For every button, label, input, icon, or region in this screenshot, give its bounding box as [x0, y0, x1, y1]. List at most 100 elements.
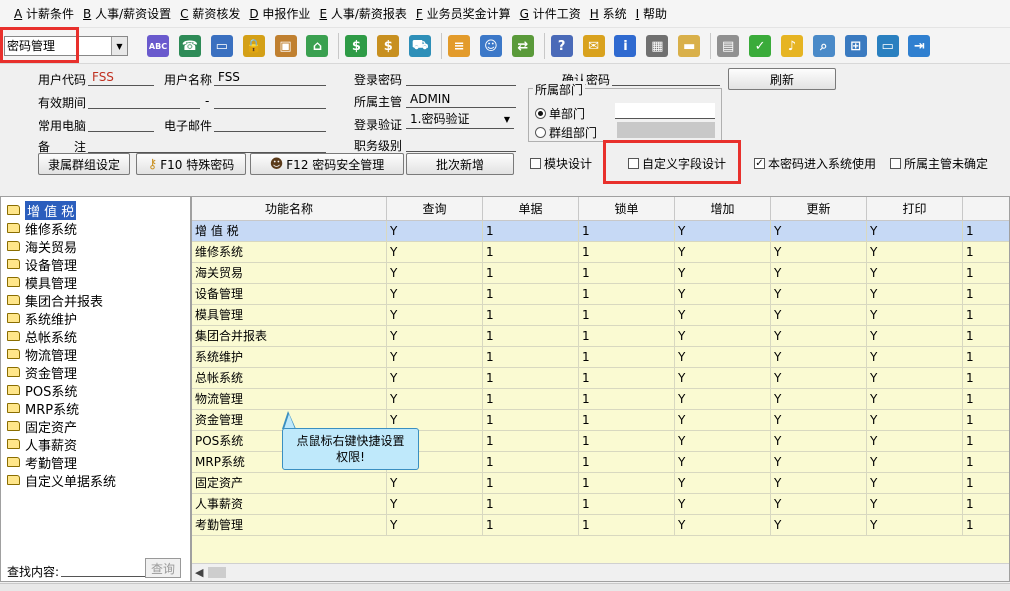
- horizontal-scrollbar[interactable]: ◀: [192, 563, 1009, 581]
- table-cell[interactable]: 1: [963, 452, 1009, 473]
- password-security-button[interactable]: ☻ F12 密码安全管理: [250, 153, 404, 175]
- table-cell[interactable]: Y: [675, 263, 771, 284]
- table-row[interactable]: 固定资产 Y 1 1 Y Y Y 1: [192, 473, 1009, 494]
- table-cell[interactable]: Y: [675, 347, 771, 368]
- table-cell[interactable]: 1: [483, 221, 579, 242]
- table-cell[interactable]: 1: [483, 473, 579, 494]
- spell-check-button[interactable]: ABC: [144, 30, 172, 62]
- documents-button[interactable]: ▤: [714, 30, 742, 62]
- table-cell[interactable]: Y: [867, 284, 963, 305]
- folder-button[interactable]: ▬: [675, 30, 703, 62]
- table-cell[interactable]: Y: [387, 515, 483, 536]
- dollar-button[interactable]: $: [342, 30, 370, 62]
- money-bag-button[interactable]: $: [374, 30, 402, 62]
- table-row[interactable]: 海关贸易 Y 1 1 Y Y Y 1: [192, 263, 1009, 284]
- table-cell[interactable]: Y: [771, 347, 867, 368]
- lock-button[interactable]: 🔒: [240, 30, 268, 62]
- menu-item-c[interactable]: C 薪资核发: [180, 5, 240, 22]
- job-level-field[interactable]: [406, 136, 516, 152]
- single-department-field[interactable]: [615, 103, 715, 119]
- table-cell[interactable]: 1: [963, 263, 1009, 284]
- mail-button[interactable]: ✉: [580, 30, 608, 62]
- table-row[interactable]: 模具管理 Y 1 1 Y Y Y 1: [192, 305, 1009, 326]
- check-circle-button[interactable]: ✓: [746, 30, 774, 62]
- table-cell[interactable]: Y: [675, 494, 771, 515]
- table-cell[interactable]: Y: [867, 389, 963, 410]
- special-password-button[interactable]: ⚷ F10 特殊密码: [136, 153, 246, 175]
- table-cell[interactable]: Y: [387, 305, 483, 326]
- radio-single-department[interactable]: 单部门: [535, 105, 585, 122]
- table-cell[interactable]: Y: [387, 347, 483, 368]
- table-cell[interactable]: Y: [675, 473, 771, 494]
- supervisor-unconfirmed-checkbox[interactable]: 所属主管未确定: [890, 155, 988, 172]
- tree-item[interactable]: 总帐系统: [7, 327, 77, 346]
- table-cell[interactable]: Y: [771, 431, 867, 452]
- group-setting-button[interactable]: 隶属群组设定: [38, 153, 130, 175]
- table-cell[interactable]: Y: [387, 389, 483, 410]
- table-cell[interactable]: 1: [579, 410, 675, 431]
- column-header[interactable]: 单据: [483, 197, 579, 221]
- table-cell[interactable]: Y: [867, 410, 963, 431]
- table-cell[interactable]: 1: [483, 410, 579, 431]
- tree-item[interactable]: MRP系统: [7, 399, 79, 418]
- tree-item[interactable]: 系统维护: [7, 309, 77, 328]
- home-button[interactable]: ⌂: [303, 30, 331, 62]
- exit-button[interactable]: ⇥: [905, 30, 933, 62]
- menu-item-a[interactable]: A 计薪条件: [14, 5, 74, 22]
- table-cell[interactable]: Y: [387, 473, 483, 494]
- table-cell[interactable]: Y: [771, 494, 867, 515]
- table-cell[interactable]: Y: [867, 263, 963, 284]
- valid-period-start-field[interactable]: [88, 93, 200, 109]
- table-cell[interactable]: 人事薪资: [192, 494, 387, 515]
- table-cell[interactable]: 考勤管理: [192, 515, 387, 536]
- tree-item[interactable]: 模具管理: [7, 273, 77, 292]
- supervisor-field[interactable]: ADMIN: [406, 92, 516, 108]
- table-cell[interactable]: 1: [963, 410, 1009, 431]
- table-cell[interactable]: 固定资产: [192, 473, 387, 494]
- refresh-button[interactable]: 刷新: [728, 68, 836, 90]
- menu-item-b[interactable]: B 人事/薪资设置: [83, 5, 171, 22]
- table-cell[interactable]: Y: [771, 305, 867, 326]
- table-cell[interactable]: Y: [387, 326, 483, 347]
- menu-item-d[interactable]: D 申报作业: [249, 5, 310, 22]
- tree-item[interactable]: 资金管理: [7, 363, 77, 382]
- table-cell[interactable]: Y: [387, 368, 483, 389]
- menu-item-h[interactable]: H 系统: [590, 5, 627, 22]
- table-cell[interactable]: 1: [963, 305, 1009, 326]
- table-cell[interactable]: 1: [483, 263, 579, 284]
- table-cell[interactable]: Y: [867, 305, 963, 326]
- table-cell[interactable]: 1: [483, 431, 579, 452]
- table-cell[interactable]: Y: [771, 221, 867, 242]
- table-cell[interactable]: Y: [387, 242, 483, 263]
- tree-item[interactable]: 人事薪资: [7, 435, 77, 454]
- table-cell[interactable]: Y: [771, 515, 867, 536]
- table-cell[interactable]: 1: [483, 515, 579, 536]
- table-row[interactable]: 考勤管理 Y 1 1 Y Y Y 1: [192, 515, 1009, 536]
- table-cell[interactable]: 1: [483, 368, 579, 389]
- table-cell[interactable]: Y: [867, 494, 963, 515]
- table-cell[interactable]: 1: [483, 305, 579, 326]
- table-cell[interactable]: 1: [963, 515, 1009, 536]
- login-password-field[interactable]: [406, 70, 516, 86]
- login-verify-select[interactable]: 1.密码验证 ▼: [406, 111, 514, 129]
- table-row[interactable]: 增 值 税Y11YYY1: [192, 221, 1009, 242]
- bell-button[interactable]: ♪: [778, 30, 806, 62]
- table-cell[interactable]: Y: [867, 368, 963, 389]
- table-cell[interactable]: 1: [579, 515, 675, 536]
- column-header[interactable]: 锁单: [579, 197, 675, 221]
- tree-item[interactable]: 设备管理: [7, 255, 77, 274]
- table-cell[interactable]: 1: [963, 284, 1009, 305]
- table-cell[interactable]: Y: [675, 368, 771, 389]
- table-cell[interactable]: Y: [675, 410, 771, 431]
- table-cell[interactable]: Y: [387, 494, 483, 515]
- tree-item[interactable]: 维修系统: [7, 219, 77, 238]
- table-cell[interactable]: Y: [675, 221, 771, 242]
- menu-item-e[interactable]: E 人事/薪资报表: [319, 5, 406, 22]
- table-cell[interactable]: 1: [579, 263, 675, 284]
- table-cell[interactable]: 总帐系统: [192, 368, 387, 389]
- org-chart-button[interactable]: ⊞: [842, 30, 870, 62]
- table-cell[interactable]: 1: [483, 452, 579, 473]
- table-cell[interactable]: Y: [867, 515, 963, 536]
- monitor-button[interactable]: ▭: [874, 30, 902, 62]
- table-cell[interactable]: Y: [771, 410, 867, 431]
